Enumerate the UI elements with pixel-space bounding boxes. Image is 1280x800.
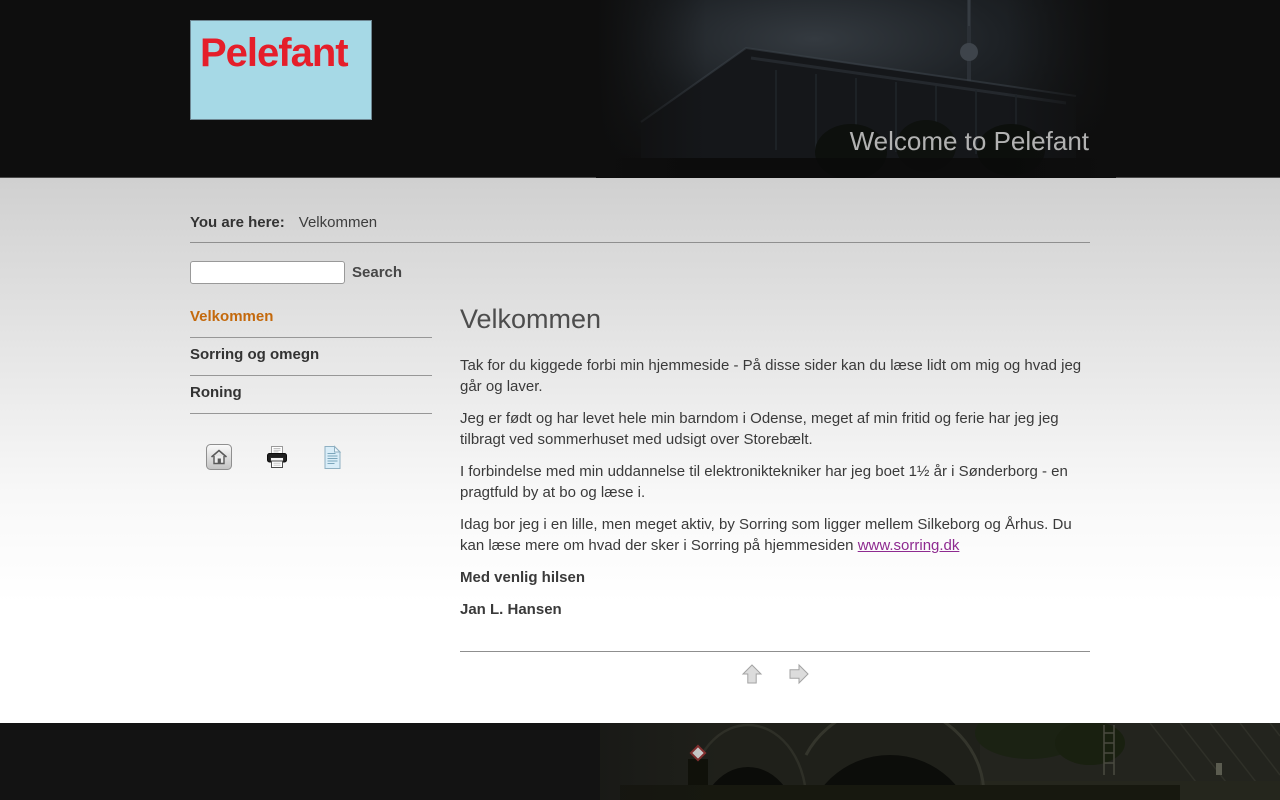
breadcrumb: You are here: Velkommen xyxy=(190,178,1090,231)
search-form: Search xyxy=(190,260,1090,284)
print-icon[interactable] xyxy=(264,445,290,470)
main-article: Velkommen Tak for du kiggede forbi min h… xyxy=(460,304,1090,685)
content-area: You are here: Velkommen Search Velkommen … xyxy=(0,178,1280,723)
up-arrow-icon[interactable] xyxy=(741,663,763,685)
breadcrumb-label: You are here: xyxy=(190,214,285,231)
sidebar-item-velkommen[interactable]: Velkommen xyxy=(190,308,432,338)
pager xyxy=(460,663,1090,685)
sidebar-item-label: Sorring og omegn xyxy=(190,346,320,363)
document-icon[interactable] xyxy=(322,444,343,470)
sidebar-menu: Velkommen Sorring og omegn Roning xyxy=(190,308,460,685)
sidebar-item-label: Velkommen xyxy=(190,308,274,325)
header: Pelefant Welcome to Pelefant xyxy=(0,0,1280,178)
footer xyxy=(0,704,1280,800)
breadcrumb-current: Velkommen xyxy=(298,214,378,231)
search-input[interactable] xyxy=(190,260,345,284)
page-tools xyxy=(190,444,460,470)
paragraph: Idag bor jeg i en lille, men meget aktiv… xyxy=(460,514,1090,556)
footer-bridge-photo xyxy=(0,704,1280,800)
page-title: Velkommen xyxy=(460,304,602,334)
site-logo[interactable]: Pelefant xyxy=(190,20,372,120)
home-icon[interactable] xyxy=(206,444,232,470)
signature-line: Jan L. Hansen xyxy=(460,601,562,618)
paragraph: Tak for du kiggede forbi min hjemmeside … xyxy=(460,357,1082,395)
sidebar-item-sorring-og-omegn[interactable]: Sorring og omegn xyxy=(190,338,432,376)
paragraph-text: Idag bor jeg i en lille, men meget aktiv… xyxy=(460,516,1072,554)
breadcrumb-divider xyxy=(190,242,1090,243)
right-arrow-icon[interactable] xyxy=(788,663,810,685)
site-logo-text: Pelefant xyxy=(200,31,349,75)
header-welcome-text: Welcome to Pelefant xyxy=(849,126,1089,156)
paragraph: I forbindelse med min uddannelse til ele… xyxy=(460,463,1068,501)
search-button[interactable]: Search xyxy=(352,264,402,281)
closing-line: Med venlig hilsen xyxy=(460,569,586,586)
paragraph: Jeg er født og har levet hele min barndo… xyxy=(460,410,1059,448)
sidebar-item-label: Roning xyxy=(190,384,242,401)
article-divider xyxy=(460,651,1090,652)
page: Pelefant Welcome to Pelefant You are her… xyxy=(0,0,1280,800)
sorring-link[interactable]: www.sorring.dk xyxy=(858,537,960,554)
sidebar-item-roning[interactable]: Roning xyxy=(190,376,432,414)
